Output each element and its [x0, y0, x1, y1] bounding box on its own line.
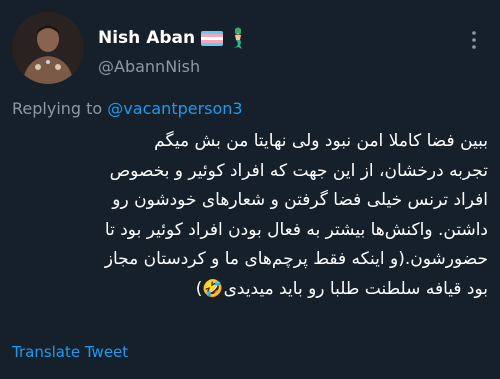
- display-name[interactable]: Nish Aban: [98, 28, 195, 48]
- author-name-row: Nish Aban: [98, 27, 247, 49]
- tweet-text-line: حضورشون.(و اینکه فقط پرچم‌های ما و کردست…: [104, 249, 488, 269]
- tweet-text-line: افراد ترنس خیلی فضا گرفتن و شعارهای خودش…: [112, 190, 488, 210]
- tweet-text-line: بود قیافه سلطنت طلبا رو باید میدیدی🤣): [195, 278, 488, 299]
- transgender-flag-icon: [201, 30, 224, 46]
- translate-tweet-link[interactable]: Translate Tweet: [12, 343, 128, 361]
- more-dots-icon[interactable]: [462, 28, 486, 52]
- username[interactable]: @AbannNish: [98, 57, 200, 76]
- merperson-icon: [229, 27, 247, 49]
- tweet-text: ببین فضا کاملا امن نبود ولی نهایتا من بش…: [12, 127, 488, 304]
- avatar-image: [12, 12, 84, 84]
- replying-to: Replying to @vacantperson3: [12, 99, 243, 118]
- tweet-text-line: داشتن. واکنش‌ها بیشتر به فعال بودن افراد…: [104, 219, 488, 240]
- reply-handle-link[interactable]: @vacantperson3: [107, 99, 242, 118]
- tweet-card: Nish Aban @AbannNish Replying to @vacant…: [0, 0, 500, 379]
- avatar[interactable]: [12, 12, 84, 84]
- tweet-text-line: ببین فضا کاملا امن نبود ولی نهایتا من بش…: [154, 131, 488, 151]
- replying-to-label: Replying to: [12, 99, 103, 118]
- tweet-text-line: تجربه درخشان، از این جهت که افراد کوئیر …: [109, 160, 488, 181]
